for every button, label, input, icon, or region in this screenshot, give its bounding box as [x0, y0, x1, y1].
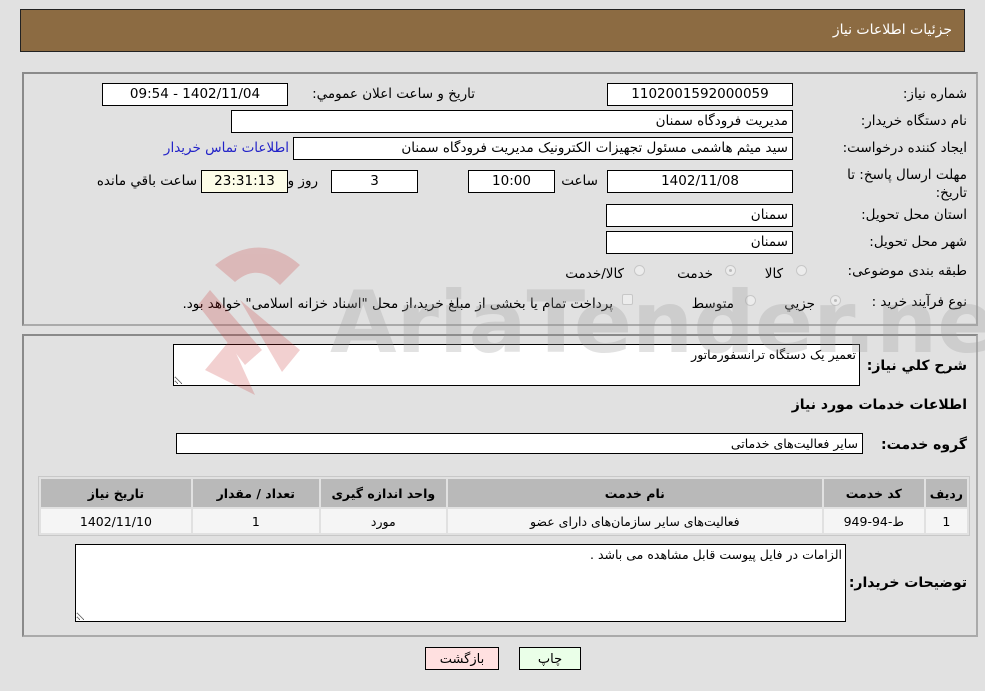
need-number-label: شماره نیاز:	[902, 86, 967, 102]
cell-unit: مورد	[320, 509, 446, 533]
purchase-type-radio-medium[interactable]	[745, 295, 756, 306]
category-radio-goods-service[interactable]	[634, 265, 645, 276]
buyer-org-label: نام دستگاه خریدار:	[860, 113, 967, 129]
service-group-field: سایر فعالیت‌های خدماتی	[176, 433, 863, 454]
description-textarea[interactable]: تعمیر یک دستگاه ترانسفورماتور	[173, 344, 860, 386]
requester-label: ایجاد کننده درخواست:	[842, 140, 967, 156]
treasury-note: پرداخت تمام یا بخشی از مبلغ خرید،از محل …	[182, 296, 613, 312]
buyer-notes-label: توضیحات خریدار:	[848, 575, 967, 591]
deadline-label: مهلت ارسال پاسخ: تا تاریخ:	[847, 167, 967, 201]
city-field: سمنان	[606, 231, 793, 254]
category-option-goods-service: کالا/خدمت	[565, 266, 624, 282]
col-service-code: کد خدمت	[823, 479, 924, 507]
purchase-type-option-minor: جزيي	[784, 296, 815, 312]
category-label: طبقه بندی موضوعی:	[847, 263, 967, 279]
deadline-date-field: 1402/11/08	[607, 170, 793, 193]
page-title: جزئیات اطلاعات نیاز	[832, 22, 952, 38]
service-group-label: گروه خدمت:	[881, 437, 967, 453]
col-unit: واحد اندازه گیری	[320, 479, 446, 507]
col-quantity: تعداد / مقدار	[192, 479, 319, 507]
back-button[interactable]: بازگشت	[425, 647, 499, 670]
description-label: شرح کلي نیاز:	[866, 358, 967, 374]
cell-quantity: 1	[192, 509, 319, 533]
category-option-goods: کالا	[764, 266, 783, 282]
services-table: ردیف کد خدمت نام خدمت واحد اندازه گیری ت…	[39, 477, 969, 535]
announce-datetime-label: تاریخ و ساعت اعلان عمومي:	[312, 86, 475, 102]
need-number-field: 1102001592000059	[607, 83, 793, 106]
requester-field: سید میثم هاشمی مسئول تجهیزات الکترونیک م…	[293, 137, 793, 160]
table-row: 1 ط-94-949 فعالیت‌های سایر سازمان‌های دا…	[41, 509, 967, 533]
col-row-number: ردیف	[925, 479, 967, 507]
announce-datetime-field: 1402/11/04 - 09:54	[102, 83, 288, 106]
print-button[interactable]: چاپ	[519, 647, 581, 670]
buyer-org-field: مدیریت فرودگاه سمنان	[231, 110, 793, 133]
services-table-wrap: ردیف کد خدمت نام خدمت واحد اندازه گیری ت…	[38, 476, 970, 536]
category-radio-service[interactable]	[725, 265, 736, 276]
treasury-checkbox[interactable]	[622, 294, 633, 305]
category-radio-goods[interactable]	[796, 265, 807, 276]
deadline-time-field: 10:00	[468, 170, 555, 193]
city-label: شهر محل تحویل:	[869, 234, 967, 250]
buyer-notes-textarea[interactable]: الزامات در فایل پیوست قابل مشاهده می باش…	[75, 544, 846, 622]
services-section-title: اطلاعات خدمات مورد نیاز	[791, 397, 967, 413]
cell-need-date: 1402/11/10	[41, 509, 191, 533]
page-header: جزئیات اطلاعات نیاز	[20, 9, 965, 52]
province-label: استان محل تحویل:	[861, 207, 967, 223]
remaining-time-label: ساعت باقي مانده	[96, 173, 197, 189]
remaining-days-field: 3	[331, 170, 418, 193]
purchase-type-radio-minor[interactable]	[830, 295, 841, 306]
cell-service-code: ط-94-949	[823, 509, 924, 533]
category-option-service: خدمت	[677, 266, 713, 282]
purchase-type-label: نوع فرآیند خرید :	[871, 294, 967, 310]
cell-service-name: فعالیت‌های سایر سازمان‌های دارای عضو	[447, 509, 822, 533]
remaining-time-field: 23:31:13	[201, 170, 288, 193]
buyer-contact-link[interactable]: اطلاعات تماس خریدار	[164, 140, 289, 156]
table-header-row: ردیف کد خدمت نام خدمت واحد اندازه گیری ت…	[41, 479, 967, 507]
province-field: سمنان	[606, 204, 793, 227]
col-need-date: تاریخ نیاز	[41, 479, 191, 507]
cell-row-number: 1	[925, 509, 967, 533]
col-service-name: نام خدمت	[447, 479, 822, 507]
purchase-type-option-medium: متوسط	[691, 296, 734, 312]
days-label: روز و	[287, 173, 318, 189]
deadline-time-label: ساعت	[561, 173, 598, 189]
